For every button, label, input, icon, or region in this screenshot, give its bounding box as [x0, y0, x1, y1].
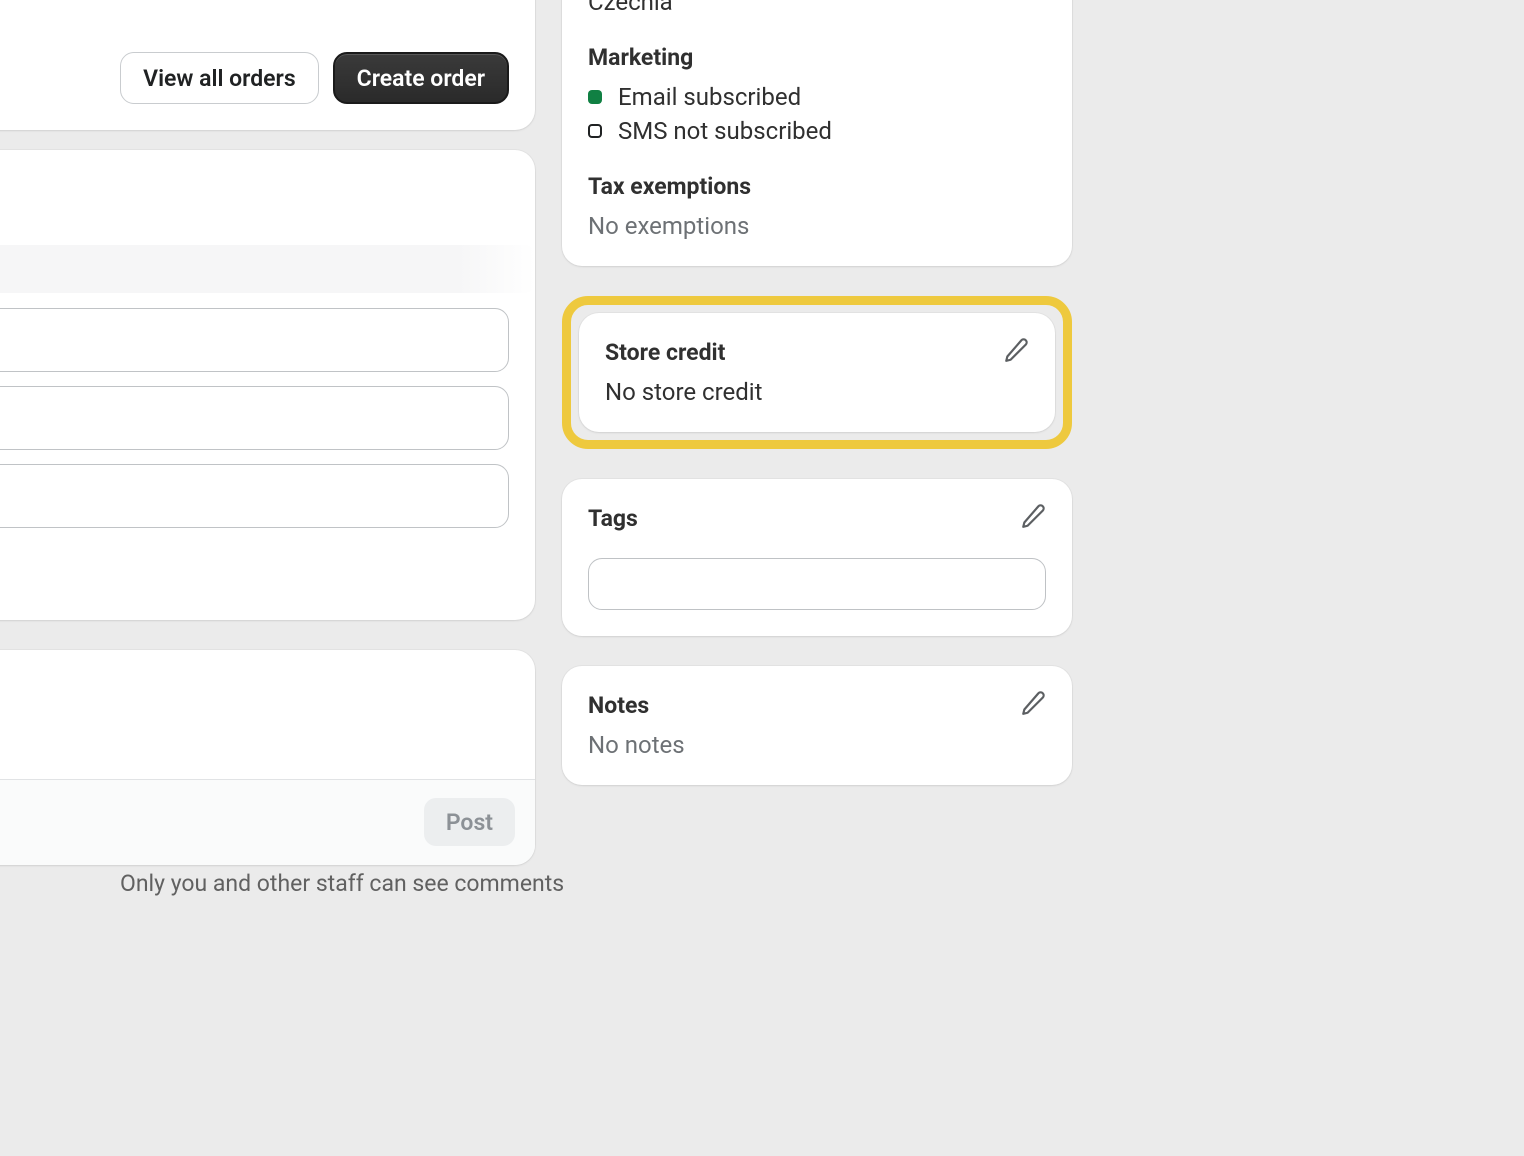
email-subscription-row: Email subscribed — [588, 83, 1046, 111]
input-row[interactable] — [0, 308, 509, 372]
activity-rows — [0, 294, 509, 528]
input-row[interactable] — [0, 386, 509, 450]
email-subscription-label: Email subscribed — [618, 83, 801, 111]
edit-notes-button[interactable] — [1016, 688, 1050, 722]
sms-subscription-label: SMS not subscribed — [618, 117, 832, 145]
customer-country: Czechia — [588, 0, 1046, 16]
orders-card: View all orders Create order — [0, 0, 535, 130]
store-credit-value: No store credit — [605, 378, 1029, 406]
activity-card-header-bar — [0, 245, 535, 293]
tax-exemptions-value: No exemptions — [588, 212, 1046, 240]
comments-visibility-note: Only you and other staff can see comment… — [120, 870, 564, 897]
view-all-orders-button[interactable]: View all orders — [120, 52, 319, 104]
notes-card: Notes No notes — [562, 666, 1072, 785]
store-credit-card: Store credit No store credit — [579, 313, 1055, 432]
pencil-icon — [1003, 337, 1029, 367]
pencil-icon — [1020, 503, 1046, 533]
pencil-icon — [1020, 690, 1046, 720]
notes-value: No notes — [588, 731, 1046, 759]
tags-heading: Tags — [588, 505, 1046, 532]
tax-exemptions-heading: Tax exemptions — [588, 173, 1046, 200]
sms-subscription-row: SMS not subscribed — [588, 117, 1046, 145]
status-indicator-filled-icon — [588, 90, 602, 104]
timeline-footer: Post — [0, 779, 535, 865]
orders-card-footer: View all orders Create order — [120, 52, 509, 104]
right-column: Czechia Marketing Email subscribed SMS n… — [562, 0, 1072, 815]
tags-input[interactable] — [588, 558, 1046, 610]
create-order-button[interactable]: Create order — [333, 52, 509, 104]
store-credit-highlight: Store credit No store credit — [562, 296, 1072, 449]
input-row[interactable] — [0, 464, 509, 528]
customer-info-card: Czechia Marketing Email subscribed SMS n… — [562, 0, 1072, 266]
notes-heading: Notes — [588, 692, 1046, 719]
tags-card: Tags — [562, 479, 1072, 636]
status-indicator-outline-icon — [588, 124, 602, 138]
marketing-heading: Marketing — [588, 44, 1046, 71]
edit-tags-button[interactable] — [1016, 501, 1050, 535]
activity-card — [0, 150, 535, 620]
store-credit-heading: Store credit — [605, 339, 1029, 366]
edit-store-credit-button[interactable] — [999, 335, 1033, 369]
timeline-card: Post — [0, 650, 535, 865]
post-button[interactable]: Post — [424, 798, 515, 846]
